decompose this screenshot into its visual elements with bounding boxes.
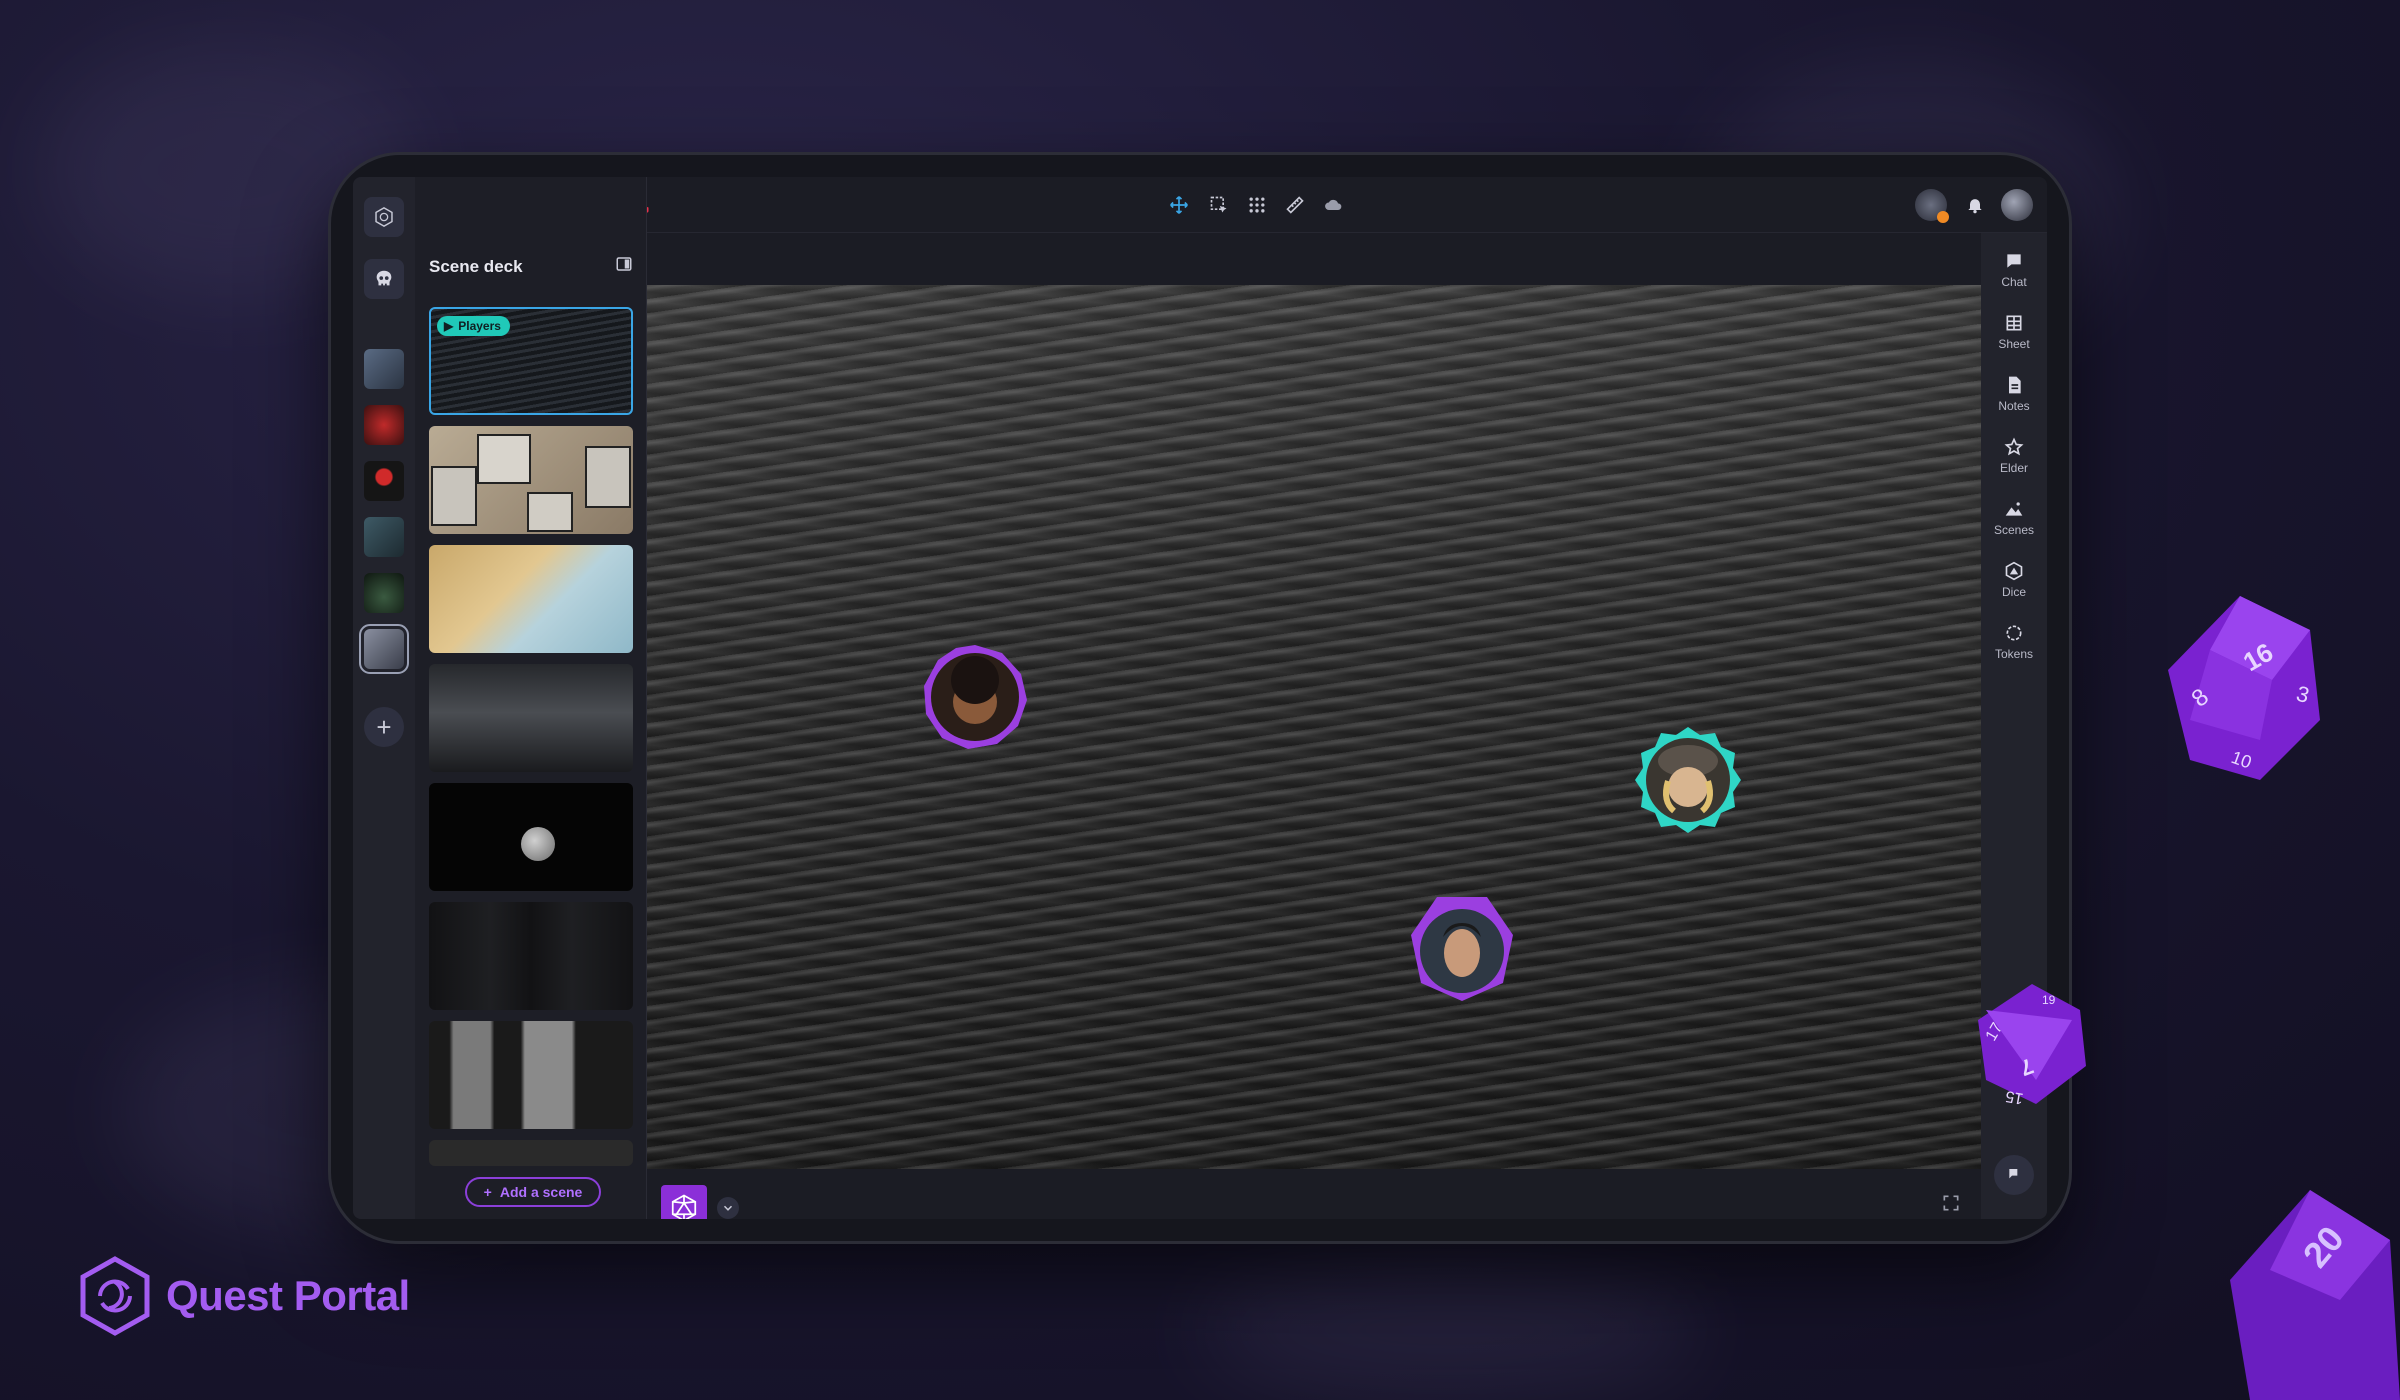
rail-tokens[interactable]: Tokens <box>1981 623 2047 661</box>
scene-thumb-dark-hall[interactable] <box>429 902 633 1010</box>
scene-thumb-dark[interactable] <box>429 1140 633 1166</box>
move-icon[interactable] <box>1165 191 1193 219</box>
top-bar <box>415 177 2047 233</box>
brand-name: Quest Portal <box>166 1272 410 1319</box>
scene-deck: Scene deck ▶ Players + Add a scene <box>415 177 647 1219</box>
chat-icon <box>2007 254 2021 268</box>
token-man-slicked-hair[interactable] <box>1407 893 1517 1003</box>
campaign-thumb[interactable] <box>364 517 404 557</box>
bottom-toolbar <box>661 1185 739 1219</box>
token-woman-curly-hair[interactable] <box>920 642 1030 752</box>
scene-thumb-portraits[interactable] <box>429 426 633 534</box>
profile-avatar[interactable] <box>2001 189 2033 221</box>
scene-thumb-window[interactable] <box>429 1021 633 1129</box>
campaign-thumb[interactable] <box>364 461 404 501</box>
scene-thumb-map[interactable] <box>429 545 633 653</box>
rail-elder[interactable]: Elder <box>1981 437 2047 475</box>
ruler-icon[interactable] <box>1281 191 1309 219</box>
scenes-icon <box>2005 502 2023 516</box>
quest-portal-logo-icon <box>80 1256 150 1336</box>
campaign-thumb-active[interactable] <box>359 624 409 674</box>
play-icon: ▶ <box>444 319 454 333</box>
canvas-area <box>647 233 1981 1219</box>
select-icon[interactable] <box>1205 191 1233 219</box>
grid-icon[interactable] <box>1243 191 1271 219</box>
players-badge: ▶ Players <box>437 316 510 336</box>
token-woman-cloche-hat[interactable] <box>1633 725 1743 835</box>
svg-text:15: 15 <box>2004 1087 2025 1107</box>
d20-die-corner: 20 <box>2230 1190 2400 1400</box>
svg-text:19: 19 <box>2042 993 2056 1007</box>
app-screen: + Scene deck ▶ Players + Add a scene Cha… <box>353 177 2047 1219</box>
rail-scenes[interactable]: Scenes <box>1981 499 2047 537</box>
d20-die-large: 16 3 8 10 <box>2168 596 2320 780</box>
bell-icon[interactable] <box>1961 191 1989 219</box>
campaign-thumb[interactable] <box>364 405 404 445</box>
notes-icon <box>2009 376 2021 394</box>
hexagon-logo-icon[interactable] <box>364 197 404 237</box>
tokens-icon <box>2006 625 2022 641</box>
battle-map[interactable] <box>647 285 1981 1169</box>
scene-list: ▶ Players <box>429 307 633 1177</box>
add-campaign-button[interactable]: + <box>364 707 404 747</box>
dice-icon <box>2005 561 2023 581</box>
deck-header: Scene deck <box>429 255 633 278</box>
campaign-thumb[interactable] <box>364 349 404 389</box>
left-rail: + <box>353 177 415 1219</box>
rail-dice[interactable]: Dice <box>1981 561 2047 599</box>
plus-icon: + <box>483 1184 492 1200</box>
cloud-icon[interactable] <box>1319 191 1347 219</box>
flag-icon <box>2009 1169 2018 1179</box>
feedback-button[interactable] <box>1994 1155 2034 1195</box>
brand-logo: Quest Portal <box>78 1256 410 1336</box>
scene-thumb-moon[interactable] <box>429 783 633 891</box>
sheet-icon <box>2006 315 2022 331</box>
skull-icon[interactable] <box>364 259 404 299</box>
device-frame: + Scene deck ▶ Players + Add a scene Cha… <box>328 152 2072 1244</box>
fullscreen-icon[interactable] <box>1941 1193 1965 1217</box>
chevron-down-icon[interactable] <box>717 1197 739 1219</box>
d20-dice-icon[interactable] <box>661 1185 707 1219</box>
campaign-thumb[interactable] <box>364 573 404 613</box>
scene-thumb-stormy-sea[interactable] <box>429 664 633 772</box>
rail-chat[interactable]: Chat <box>1981 251 2047 289</box>
scene-thumb-ocean[interactable]: ▶ Players <box>429 307 633 415</box>
deck-title: Scene deck <box>429 256 523 276</box>
add-scene-button[interactable]: + Add a scene <box>465 1177 601 1207</box>
rail-sheet[interactable]: Sheet <box>1981 313 2047 351</box>
user-avatar[interactable] <box>1915 189 1949 223</box>
d20-die-small: 7 17 15 19 <box>1978 984 2086 1107</box>
star-icon <box>2004 437 2024 456</box>
rail-notes[interactable]: Notes <box>1981 375 2047 413</box>
collapse-panel-icon[interactable] <box>615 255 633 278</box>
